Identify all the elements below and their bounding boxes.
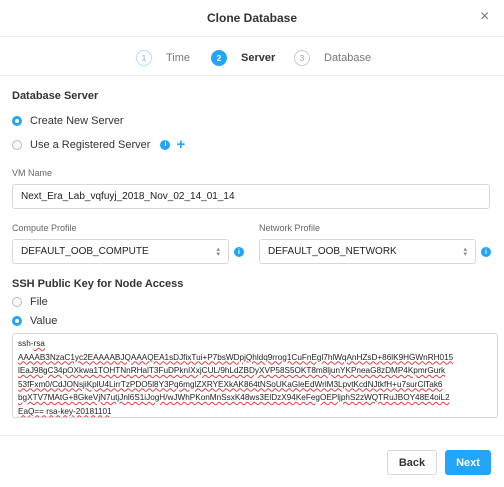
select-value: DEFAULT_OOB_COMPUTE	[21, 246, 149, 257]
vm-name-input[interactable]: Next_Era_Lab_vqfuyj_2018_Nov_02_14_01_14	[12, 184, 490, 209]
select-value: DEFAULT_OOB_NETWORK	[268, 246, 397, 257]
divider	[0, 435, 504, 436]
radio-label: Use a Registered Server	[30, 138, 151, 151]
radio-button[interactable]	[12, 297, 22, 307]
database-server-heading: Database Server	[12, 90, 99, 102]
chevron-updown-icon: ▴ ▾	[463, 246, 467, 258]
network-profile-label: Network Profile	[259, 223, 321, 233]
step-number: 1	[136, 50, 152, 66]
radio-label: Value	[30, 315, 58, 327]
ssh-key-textarea[interactable]: ssh-rsa AAAAB3NzaC1yc2EAAAABJQAAAQEA1sDJ…	[12, 333, 498, 418]
ssh-heading: SSH Public Key for Node Access	[12, 278, 184, 290]
key-line: AAAAB3NzaC1yc2EAAAABJQAAAQEA1sDJfixTui+P…	[18, 352, 454, 362]
add-icon[interactable]: +	[176, 136, 185, 153]
step-label: Server	[241, 52, 276, 64]
step-time[interactable]: 1 Time	[136, 50, 190, 66]
step-number: 3	[294, 50, 310, 66]
network-profile-select[interactable]: DEFAULT_OOB_NETWORK ▴ ▾	[259, 239, 476, 264]
info-icon[interactable]: i	[160, 139, 171, 150]
radio-label: Create New Server	[30, 115, 124, 127]
divider	[0, 75, 504, 76]
compute-profile-select[interactable]: DEFAULT_OOB_COMPUTE ▴ ▾	[12, 239, 229, 264]
key-line: ssh-rsa	[18, 339, 45, 348]
next-button[interactable]: Next	[445, 450, 491, 475]
radio-button[interactable]	[12, 316, 22, 326]
radio-use-registered-server[interactable]: Use a Registered Server i +	[12, 136, 185, 153]
step-label: Time	[166, 52, 191, 64]
radio-button[interactable]	[12, 139, 22, 150]
key-line: 53fFxm0/CdJONsjiKplU4LirrTzPDO5l8Y3Pq6mg…	[18, 379, 443, 389]
close-icon[interactable]: ×	[480, 8, 489, 26]
divider	[0, 36, 504, 37]
info-icon[interactable]: i	[234, 247, 244, 257]
radio-file[interactable]: File	[12, 296, 48, 308]
step-number: 2	[211, 50, 227, 66]
radio-create-new-server[interactable]: Create New Server	[12, 115, 124, 127]
vm-name-label: VM Name	[12, 168, 53, 178]
step-database[interactable]: 3 Database	[294, 50, 371, 66]
compute-profile-label: Compute Profile	[12, 223, 77, 233]
chevron-updown-icon: ▴ ▾	[216, 246, 220, 258]
radio-button[interactable]	[12, 116, 22, 126]
back-button[interactable]: Back	[387, 450, 437, 475]
key-line: bgXTV7MAtG+8GkeVjN7utjJnl6S1iJogH/wJWhPK…	[18, 393, 450, 402]
dialog-title: Clone Database	[206, 11, 298, 25]
radio-value[interactable]: Value	[12, 315, 57, 327]
key-line: EaQ== rsa-key-20181101	[18, 406, 112, 416]
radio-label: File	[30, 296, 48, 308]
step-server[interactable]: 2 Server	[211, 50, 275, 66]
info-icon[interactable]: i	[481, 247, 491, 257]
key-line: lEaJ98gC34pOXkwa1TOHTNnRHalT3FuDPknIXxjC…	[18, 366, 446, 375]
step-label: Database	[324, 52, 372, 64]
